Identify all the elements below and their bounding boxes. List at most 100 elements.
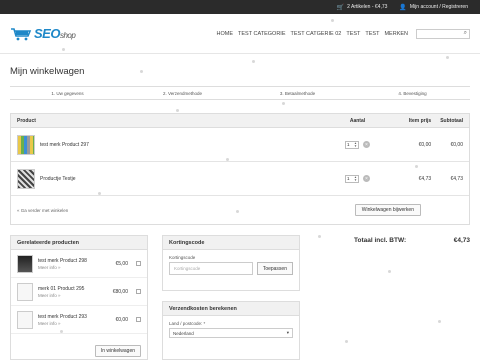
- spinner-icon[interactable]: ▲ ▼: [354, 175, 357, 182]
- header: SEOshop HOME TEST CATEGORIE TEST CATGERI…: [0, 14, 480, 54]
- list-item: test merk Product 293 Meer info » €0,00: [11, 306, 147, 334]
- list-item: merk 01 Product 295 Meer info » €80,00: [11, 278, 147, 306]
- apply-coupon-button[interactable]: Toepassen: [256, 262, 293, 275]
- coupon-title: Kortingscode: [163, 236, 299, 250]
- coupon-row: Kortingscode Toepassen: [163, 262, 299, 275]
- related-thumbnail[interactable]: [17, 310, 33, 329]
- country-select[interactable]: Nederland ▾: [169, 328, 293, 338]
- product-name[interactable]: test merk Product 297: [40, 142, 89, 148]
- nav-test-2[interactable]: TEST: [365, 29, 379, 39]
- snowflake-decoration: [318, 235, 321, 238]
- shipping-panel: Verzendkosten berekenen Land / postcode:…: [162, 301, 300, 360]
- related-products-panel: Gerelateerde producten test merk Product…: [10, 235, 148, 360]
- total-label: Totaal incl. BTW:: [354, 237, 407, 244]
- table-row: Productje Testje 1 ▲ ▼ × €4,73 €4,73: [11, 162, 469, 196]
- quantity-stepper[interactable]: 1 ▲ ▼: [344, 174, 359, 183]
- cart-table-header: Product Aantal Item prijs Subtotaal: [11, 114, 469, 128]
- related-price: €0,00: [115, 316, 128, 323]
- top-bar: 🛒 2 Artikelen - €4,73 👤 Mijn account / R…: [0, 0, 480, 14]
- snowflake-decoration: [252, 60, 255, 63]
- user-icon: 👤: [399, 4, 407, 11]
- nav-test-1[interactable]: TEST: [346, 29, 360, 39]
- item-subtotal: €0,00: [450, 141, 463, 148]
- more-info-link[interactable]: Meer info »: [38, 265, 105, 270]
- step-2: 2. Verzendmethode: [162, 90, 203, 96]
- cart-table: Product Aantal Item prijs Subtotaal test…: [10, 113, 470, 225]
- item-price: €0,00: [418, 141, 432, 148]
- related-name[interactable]: merk 01 Product 295: [38, 286, 105, 292]
- coupon-input[interactable]: Kortingscode: [169, 262, 253, 275]
- checkout-steps: 1. Uw gegevens 2. Verzendmethode 3. Beta…: [10, 86, 470, 100]
- qty-cell: 1 ▲ ▼ ×: [332, 174, 384, 183]
- continue-shopping-link[interactable]: « Ga verder met winkelen: [17, 208, 68, 213]
- product-name[interactable]: Productje Testje: [40, 176, 75, 182]
- related-info: test merk Product 293 Meer info »: [38, 314, 105, 326]
- step-1: 1. Uw gegevens: [51, 90, 84, 96]
- item-subtotal: €4,73: [450, 175, 463, 182]
- snowflake-decoration: [345, 340, 348, 343]
- page-title: Mijn winkelwagen: [10, 66, 85, 77]
- chevron-down-icon: ▾: [286, 330, 289, 335]
- search-input[interactable]: ⌕: [416, 28, 470, 39]
- product-thumbnail[interactable]: [17, 168, 35, 189]
- nav-home[interactable]: HOME: [217, 29, 234, 39]
- snowflake-decoration: [176, 109, 179, 112]
- snowflake-decoration: [282, 102, 285, 105]
- related-products-title: Gerelateerde producten: [11, 236, 147, 250]
- quantity-stepper[interactable]: 1 ▲ ▼: [344, 140, 359, 149]
- snowflake-decoration: [236, 210, 239, 213]
- logo[interactable]: SEOshop: [10, 26, 76, 41]
- header-subtotal: Subtotaal: [440, 117, 463, 124]
- order-total: Totaal incl. BTW: €4,73: [354, 237, 470, 244]
- qty-value: 1: [346, 142, 350, 147]
- related-thumbnail[interactable]: [17, 282, 33, 301]
- snowflake-decoration: [62, 48, 65, 51]
- search-icon[interactable]: ⌕: [464, 30, 467, 37]
- related-name[interactable]: test merk Product 293: [38, 314, 105, 320]
- coupon-panel: Kortingscode Kortingscode Kortingscode T…: [162, 235, 300, 291]
- update-cart-button[interactable]: Winkelwagen bijwerken: [354, 204, 421, 216]
- snowflake-decoration: [140, 70, 143, 73]
- snowflake-decoration: [226, 158, 229, 161]
- remove-icon[interactable]: ×: [362, 175, 370, 182]
- product-thumbnail[interactable]: [17, 134, 35, 155]
- list-item: test merk Product 298 Meer info » €5,00: [11, 250, 147, 278]
- related-checkbox[interactable]: [136, 289, 141, 294]
- step-4: 4. Bevestiging: [398, 90, 427, 96]
- related-checkbox[interactable]: [136, 261, 141, 266]
- logo-suffix: shop: [59, 31, 76, 40]
- cart-summary-link[interactable]: 🛒 2 Artikelen - €4,73: [337, 4, 388, 11]
- coupon-label: Kortingscode: [169, 255, 196, 260]
- qty-cell: 1 ▲ ▼ ×: [332, 140, 384, 149]
- related-price: €80,00: [112, 288, 128, 295]
- remove-icon[interactable]: ×: [362, 141, 370, 148]
- nav-test-catgerie-02[interactable]: TEST CATGERIE 02: [291, 29, 342, 39]
- more-info-link[interactable]: Meer info »: [38, 321, 105, 326]
- main-nav: HOME TEST CATEGORIE TEST CATGERIE 02 TES…: [217, 28, 470, 39]
- item-price: €4,73: [418, 175, 432, 182]
- step-3: 3. Betaalmethode: [279, 90, 316, 96]
- country-value: Nederland: [173, 330, 194, 336]
- account-link[interactable]: 👤 Mijn account / Registreren: [399, 4, 468, 11]
- related-thumbnail[interactable]: [17, 254, 33, 273]
- shipping-title: Verzendkosten berekenen: [163, 302, 299, 316]
- header-qty: Aantal: [349, 117, 366, 124]
- related-checkbox[interactable]: [136, 317, 141, 322]
- snowflake-decoration: [438, 320, 441, 323]
- logo-text: SEOshop: [34, 26, 76, 41]
- spinner-icon[interactable]: ▲ ▼: [354, 141, 357, 148]
- related-name[interactable]: test merk Product 298: [38, 258, 105, 264]
- cart-icon: 🛒: [336, 4, 345, 11]
- add-to-cart-button[interactable]: In winkelwagen: [94, 345, 141, 357]
- snowflake-decoration: [446, 56, 449, 59]
- product-cell: test merk Product 297: [11, 134, 332, 155]
- logo-brand: SEO: [34, 26, 60, 41]
- nav-merken[interactable]: MERKEN: [384, 29, 408, 39]
- snowflake-decoration: [388, 270, 391, 273]
- more-info-link[interactable]: Meer info »: [38, 293, 105, 298]
- related-price: €5,00: [115, 260, 128, 267]
- product-cell: Productje Testje: [11, 168, 332, 189]
- related-info: test merk Product 298 Meer info »: [38, 258, 105, 270]
- nav-test-categorie[interactable]: TEST CATEGORIE: [238, 29, 285, 39]
- snowflake-decoration: [331, 19, 334, 22]
